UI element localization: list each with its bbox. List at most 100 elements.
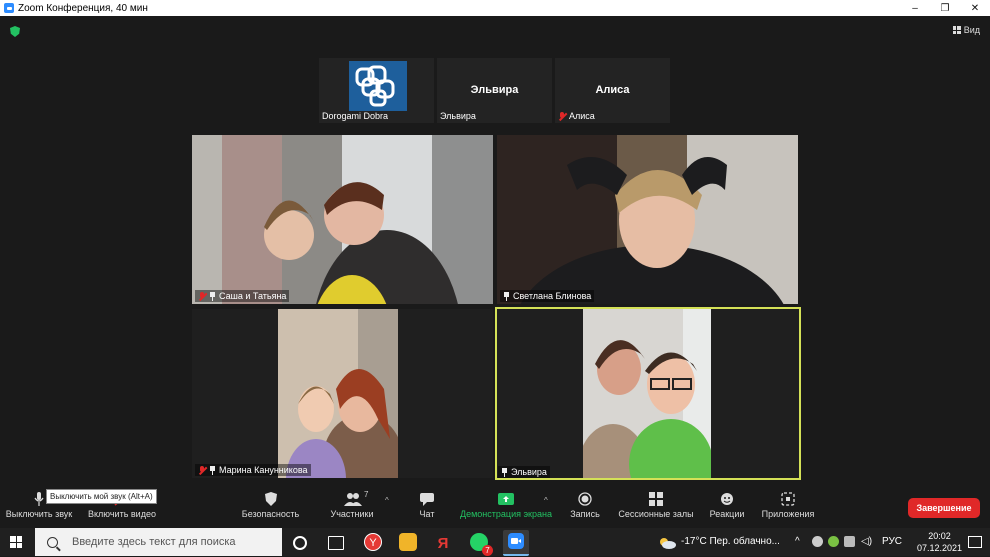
apps-icon (780, 492, 796, 506)
task-view-icon[interactable] (328, 536, 344, 550)
participant-name: Эльвира (440, 111, 476, 121)
notification-center-icon[interactable] (968, 536, 982, 548)
record-button[interactable]: Запись (568, 492, 602, 519)
video-tile-svetlana[interactable]: Светлана Блинова (497, 135, 798, 304)
svg-text:Y: Y (369, 537, 377, 549)
microphone-icon (31, 492, 47, 506)
whatsapp-badge: 7 (482, 545, 493, 556)
tile-label: Марина Канунникова (195, 464, 311, 476)
breakout-rooms-icon (648, 492, 664, 506)
file-explorer-icon[interactable] (399, 533, 417, 551)
muted-mic-icon (198, 465, 206, 475)
tray-app-icon[interactable] (812, 536, 823, 547)
window-title: Zoom Конференция, 40 мин (18, 2, 148, 14)
windows-taskbar: Введите здесь текст для поиска Y Я 7 -17… (0, 528, 990, 556)
tile-label: Эльвира (498, 466, 550, 478)
clock-date: 07.12.2021 (916, 543, 962, 553)
participants-button[interactable]: 7 Участники (325, 490, 379, 519)
yandex-browser-icon[interactable]: Y (364, 533, 382, 551)
reactions-label: Реакции (709, 509, 745, 519)
video-tile-elvira[interactable]: Эльвира (495, 307, 801, 480)
security-button[interactable]: Безопасность (238, 492, 303, 519)
search-icon (47, 536, 58, 548)
participant-video (497, 135, 798, 304)
breakout-rooms-button[interactable]: Сессионные залы (617, 492, 695, 519)
breakout-rooms-label: Сессионные залы (618, 509, 694, 519)
network-icon[interactable] (844, 536, 855, 547)
thumbnail-label: Эльвира (440, 111, 476, 121)
tile-label: Саша и Татьяна (195, 290, 290, 302)
cortana-icon[interactable] (293, 536, 307, 550)
yandex-icon[interactable]: Я (434, 533, 452, 552)
participant-name: Марина Канунникова (219, 465, 308, 475)
participant-name: Dorogami Dobra (322, 111, 389, 121)
thumbnail-elvira[interactable]: Эльвира Эльвира (437, 58, 552, 123)
participant-name: Эльвира (511, 467, 547, 477)
share-screen-icon (498, 492, 514, 506)
pin-icon (501, 467, 508, 477)
volume-icon[interactable]: ◁) (861, 536, 872, 547)
record-label: Запись (570, 509, 600, 519)
pin-icon (503, 291, 510, 301)
muted-mic-icon (558, 111, 566, 121)
tray-chevron-icon[interactable]: ^ (795, 536, 800, 547)
language-indicator[interactable]: РУС (882, 536, 902, 547)
title-bar: Zoom Конференция, 40 мин – ❐ ✕ (0, 0, 990, 16)
clock-time: 20:02 (928, 531, 951, 541)
windows-start-icon[interactable] (10, 536, 22, 548)
thumbnail-label: Dorogami Dobra (322, 111, 388, 121)
video-tile-marina[interactable]: Марина Канунникова (192, 309, 493, 478)
end-meeting-button[interactable]: Завершение (908, 498, 980, 518)
zoom-app-icon (4, 3, 14, 13)
participant-name: Саша и Татьяна (219, 291, 287, 301)
weather-text[interactable]: -17°C Пер. облачно... (681, 536, 780, 547)
search-placeholder: Введите здесь текст для поиска (72, 536, 236, 548)
close-button[interactable]: ✕ (960, 0, 990, 16)
taskbar-search-box[interactable]: Введите здесь текст для поиска (35, 528, 282, 556)
muted-mic-icon (198, 291, 206, 301)
reactions-button[interactable]: Реакции (709, 492, 745, 519)
view-label: Вид (963, 25, 980, 35)
share-screen-label: Демонстрация экрана (460, 509, 552, 519)
participant-name: Алиса (569, 111, 595, 121)
share-options-chevron-icon[interactable]: ^ (544, 496, 548, 505)
participants-icon: 7 (344, 490, 368, 506)
minimize-button[interactable]: – (900, 0, 930, 16)
share-screen-button[interactable]: Демонстрация экрана (460, 492, 552, 519)
smiley-icon (719, 492, 735, 506)
participants-options-chevron-icon[interactable]: ^ (385, 496, 389, 505)
participant-video (583, 309, 711, 478)
video-tile-sasha-tatyana[interactable]: Саша и Татьяна (192, 135, 493, 304)
maximize-button[interactable]: ❐ (930, 0, 960, 16)
apps-button[interactable]: Приложения (760, 492, 816, 519)
thumbnail-label: Алиса (558, 111, 595, 121)
tile-label: Светлана Блинова (500, 290, 595, 302)
thumbnail-alisa[interactable]: Алиса Алиса (555, 58, 670, 123)
participant-video (278, 309, 398, 478)
video-label: Включить видео (88, 509, 156, 519)
tray-status-icon[interactable] (828, 536, 839, 547)
svg-text:Я: Я (438, 535, 449, 551)
thumbnail-dorogami-dobra[interactable]: Dorogami Dobra (319, 58, 434, 123)
whatsapp-icon[interactable]: 7 (470, 533, 493, 556)
participants-label: Участники (330, 509, 374, 519)
chat-label: Чат (419, 509, 435, 519)
participant-name-center: Эльвира (470, 84, 519, 96)
chat-button[interactable]: Чат (414, 492, 440, 519)
record-icon (577, 492, 593, 506)
participants-count: 7 (364, 490, 369, 499)
apps-label: Приложения (761, 509, 815, 519)
weather-cloud-icon (660, 538, 676, 549)
zoom-taskbar-button[interactable] (503, 530, 529, 556)
grid-icon (952, 26, 961, 34)
security-label: Безопасность (241, 509, 300, 519)
pin-icon (209, 465, 216, 475)
dorogami-dobra-logo (349, 61, 407, 111)
system-clock[interactable]: 20:02 07.12.2021 (917, 530, 962, 554)
encryption-shield-icon[interactable] (10, 26, 20, 37)
participant-video (192, 135, 493, 304)
chat-icon (419, 492, 435, 506)
mute-label: Выключить звук (5, 509, 73, 519)
shield-icon (263, 492, 279, 506)
view-button[interactable]: Вид (952, 25, 980, 35)
